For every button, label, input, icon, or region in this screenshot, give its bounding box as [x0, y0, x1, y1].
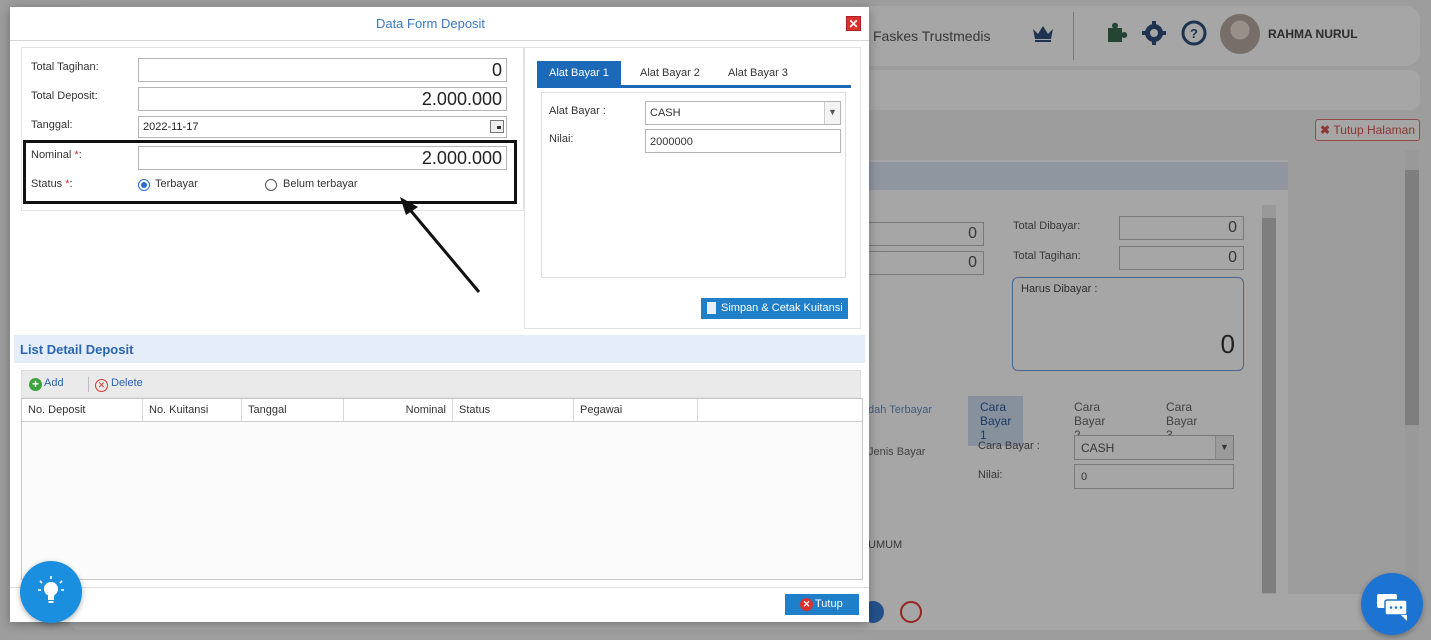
annotation-arrow: [400, 197, 481, 293]
lightbulb-icon: [38, 576, 64, 603]
list-detail-header: List Detail Deposit: [14, 335, 865, 363]
column-no-deposit[interactable]: No. Deposit: [22, 399, 143, 421]
delete-label: Delete: [111, 377, 143, 389]
tanggal-field[interactable]: 2022-11-17: [138, 116, 507, 138]
close-icon[interactable]: ✕: [846, 16, 861, 31]
add-button[interactable]: + Add: [29, 377, 64, 391]
alat-bayar-label: Alat Bayar :: [549, 105, 606, 117]
modal-title: Data Form Deposit: [375, 16, 486, 31]
tab-alat-bayar-3[interactable]: Alat Bayar 3: [716, 61, 800, 85]
list-detail-title: List Detail Deposit: [20, 342, 134, 357]
delete-button[interactable]: ✕ Delete: [95, 377, 143, 392]
total-tagihan-field[interactable]: 0: [138, 58, 507, 82]
close-button[interactable]: ✕ Tutup: [785, 594, 859, 615]
tanggal-label: Tanggal:: [31, 119, 73, 131]
plus-icon: +: [29, 378, 42, 391]
column-status[interactable]: Status: [453, 399, 574, 421]
column-tanggal[interactable]: Tanggal: [242, 399, 344, 421]
save-icon: [707, 302, 716, 314]
save-print-receipt-button[interactable]: Simpan & Cetak Kuitansi: [701, 298, 848, 319]
close-icon: ✕: [800, 598, 813, 611]
grid-body: [22, 422, 862, 579]
column-pegawai[interactable]: Pegawai: [574, 399, 698, 421]
column-extra: [698, 399, 862, 421]
deposit-form-modal: Data Form Deposit ✕ Total Tagihan: 0 Tot…: [10, 7, 869, 622]
total-tagihan-label: Total Tagihan:: [31, 61, 99, 73]
add-label: Add: [44, 377, 64, 389]
alat-bayar-select[interactable]: CASH ▼: [645, 101, 841, 125]
alat-bayar-tabs: Alat Bayar 1 Alat Bayar 2 Alat Bayar 3: [537, 61, 851, 88]
chat-icon: [1377, 594, 1408, 621]
list-toolbar: + Add ✕ Delete: [21, 370, 861, 398]
nilai-label: Nilai:: [549, 133, 574, 145]
nilai-input[interactable]: 2000000: [645, 129, 841, 153]
tanggal-value: 2022-11-17: [143, 121, 199, 133]
chat-button[interactable]: [1361, 573, 1423, 635]
column-no-kuitansi[interactable]: No. Kuitansi: [143, 399, 242, 421]
toolbar-divider: [88, 377, 89, 392]
chevron-down-icon[interactable]: ▼: [824, 102, 840, 124]
column-nominal[interactable]: Nominal: [344, 399, 453, 421]
save-print-label: Simpan & Cetak Kuitansi: [721, 302, 843, 314]
total-deposit-label: Total Deposit:: [31, 90, 98, 102]
alat-bayar-value: CASH: [650, 107, 681, 119]
modal-footer: [10, 587, 869, 622]
modal-header: Data Form Deposit ✕: [10, 7, 869, 41]
delete-icon: ✕: [95, 379, 108, 392]
grid-header: No. Deposit No. Kuitansi Tanggal Nominal…: [22, 399, 862, 422]
tips-button[interactable]: [20, 561, 82, 623]
total-deposit-field[interactable]: 2.000.000: [138, 87, 507, 111]
close-button-label: Tutup: [815, 598, 843, 610]
tab-alat-bayar-1[interactable]: Alat Bayar 1: [537, 61, 621, 85]
tab-alat-bayar-2[interactable]: Alat Bayar 2: [628, 61, 712, 85]
calendar-icon[interactable]: [490, 120, 504, 133]
deposit-detail-grid: No. Deposit No. Kuitansi Tanggal Nominal…: [21, 398, 863, 580]
